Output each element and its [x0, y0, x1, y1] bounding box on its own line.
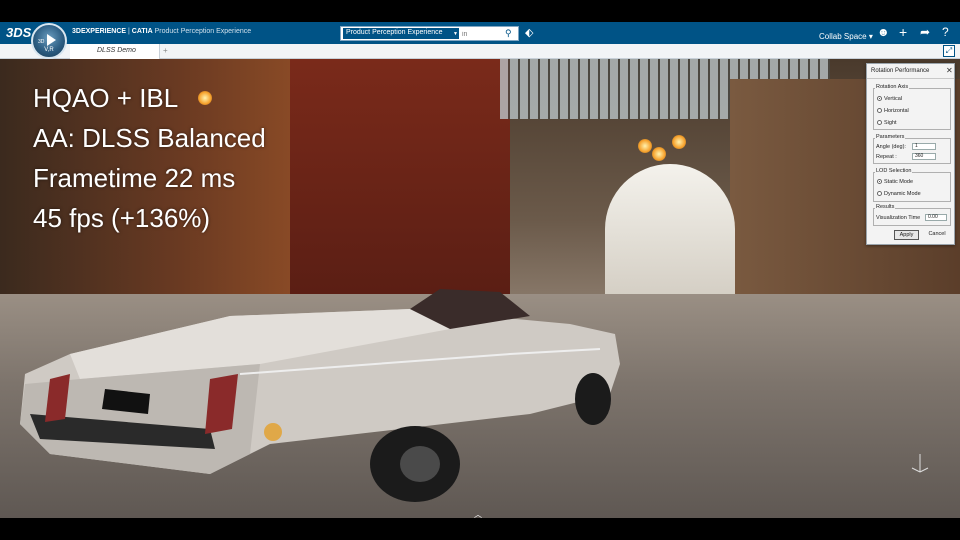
lod-selection-group — [873, 172, 951, 202]
cancel-button[interactable]: Cancel — [924, 230, 950, 240]
user-icon[interactable]: ☻ — [877, 25, 890, 39]
angle-field[interactable]: 1 — [912, 143, 936, 150]
apply-button[interactable]: Apply — [894, 230, 919, 240]
rotation-axis-label: Rotation Axis — [875, 84, 910, 90]
compass-vr-label: V,R — [44, 47, 54, 53]
scene-lamp — [638, 139, 652, 153]
scene-lamp — [672, 135, 686, 149]
help-icon[interactable]: ? — [942, 25, 949, 39]
angle-label: Angle (deg): — [876, 144, 906, 150]
dialog-divider — [867, 78, 954, 79]
app-title: 3DEXPERIENCE | CATIA Product Perception … — [72, 28, 251, 35]
radio-sight[interactable]: Sight — [877, 120, 897, 126]
overlay-fps: 45 fps (+136%) — [33, 203, 211, 233]
overlay-antialiasing: AA: DLSS Balanced — [33, 123, 266, 153]
search-scope-dropdown[interactable]: Product Perception Experience — [343, 28, 459, 39]
results-label: Results — [875, 204, 896, 210]
car-model[interactable] — [10, 254, 630, 514]
app-name: Product Perception Experience — [154, 28, 252, 35]
scene-lamp — [652, 147, 666, 161]
search-icon[interactable]: ⚲ — [505, 28, 512, 39]
parameters-group — [873, 138, 951, 164]
radio-vertical[interactable]: Vertical — [877, 96, 902, 102]
dialog-title: Rotation Performance — [871, 68, 930, 74]
radio-horizontal[interactable]: Horizontal — [877, 108, 909, 114]
radio-static-mode[interactable]: Static Mode — [877, 179, 913, 185]
search-bar: Product Perception Experience ▼ ⚲ — [340, 26, 519, 41]
chevron-down-icon: ▼ — [453, 31, 458, 37]
radio-sight-label: Sight — [884, 120, 897, 126]
radio-dynamic-mode-label: Dynamic Mode — [884, 191, 921, 197]
add-icon[interactable]: + — [899, 25, 907, 39]
radio-unchecked-icon — [877, 120, 882, 125]
share-icon[interactable]: ➦ — [920, 25, 930, 39]
product-name: CATIA — [131, 28, 153, 35]
collab-space-label: Collab Space — [819, 32, 867, 41]
tab-dlss-demo[interactable]: DLSS Demo — [70, 44, 160, 59]
rotation-performance-dialog: Rotation Performance ✕ Rotation Axis Ver… — [866, 63, 955, 245]
compass-widget[interactable]: 3D V,R — [31, 23, 67, 59]
radio-static-mode-label: Static Mode — [884, 179, 914, 185]
collab-space-dropdown[interactable]: Collab Space ▾ — [819, 32, 873, 41]
radio-unchecked-icon — [877, 191, 882, 196]
close-icon[interactable]: ✕ — [946, 66, 953, 75]
tag-icon[interactable]: ⬖ — [525, 26, 533, 39]
visualization-time-label: Visualization Time — [876, 215, 921, 221]
parameters-label: Parameters — [875, 134, 906, 140]
tab-bar: DLSS Demo + — [0, 44, 960, 59]
expand-icon[interactable]: ⤢ — [943, 45, 955, 57]
radio-checked-icon — [877, 96, 882, 101]
add-tab-button[interactable]: + — [163, 46, 168, 55]
axis-triad-icon[interactable] — [910, 450, 930, 474]
radio-dynamic-mode[interactable]: Dynamic Mode — [877, 191, 921, 197]
brand-logo[interactable]: 3DS — [6, 25, 31, 40]
performance-overlay: HQAO + IBL AA: DLSS Balanced Frametime 2… — [33, 78, 266, 238]
overlay-frametime: Frametime 22 ms — [33, 163, 236, 193]
radio-horizontal-label: Horizontal — [884, 108, 909, 114]
compass-3d-label: 3D — [38, 39, 45, 45]
visualization-time-field: 0.00 — [925, 214, 947, 221]
radio-vertical-label: Vertical — [884, 96, 903, 102]
radio-checked-icon — [877, 179, 882, 184]
overlay-render-mode: HQAO + IBL — [33, 83, 179, 113]
lod-selection-label: LOD Selection — [875, 168, 913, 174]
play-icon — [47, 34, 56, 46]
radio-unchecked-icon — [877, 108, 882, 113]
platform-name: 3DEXPERIENCE — [72, 28, 127, 35]
search-input[interactable] — [462, 29, 500, 39]
repeat-field[interactable]: 360 — [912, 153, 936, 160]
chevron-up-icon[interactable]: ︿ — [474, 509, 482, 520]
repeat-label: Repeat : — [876, 154, 897, 160]
